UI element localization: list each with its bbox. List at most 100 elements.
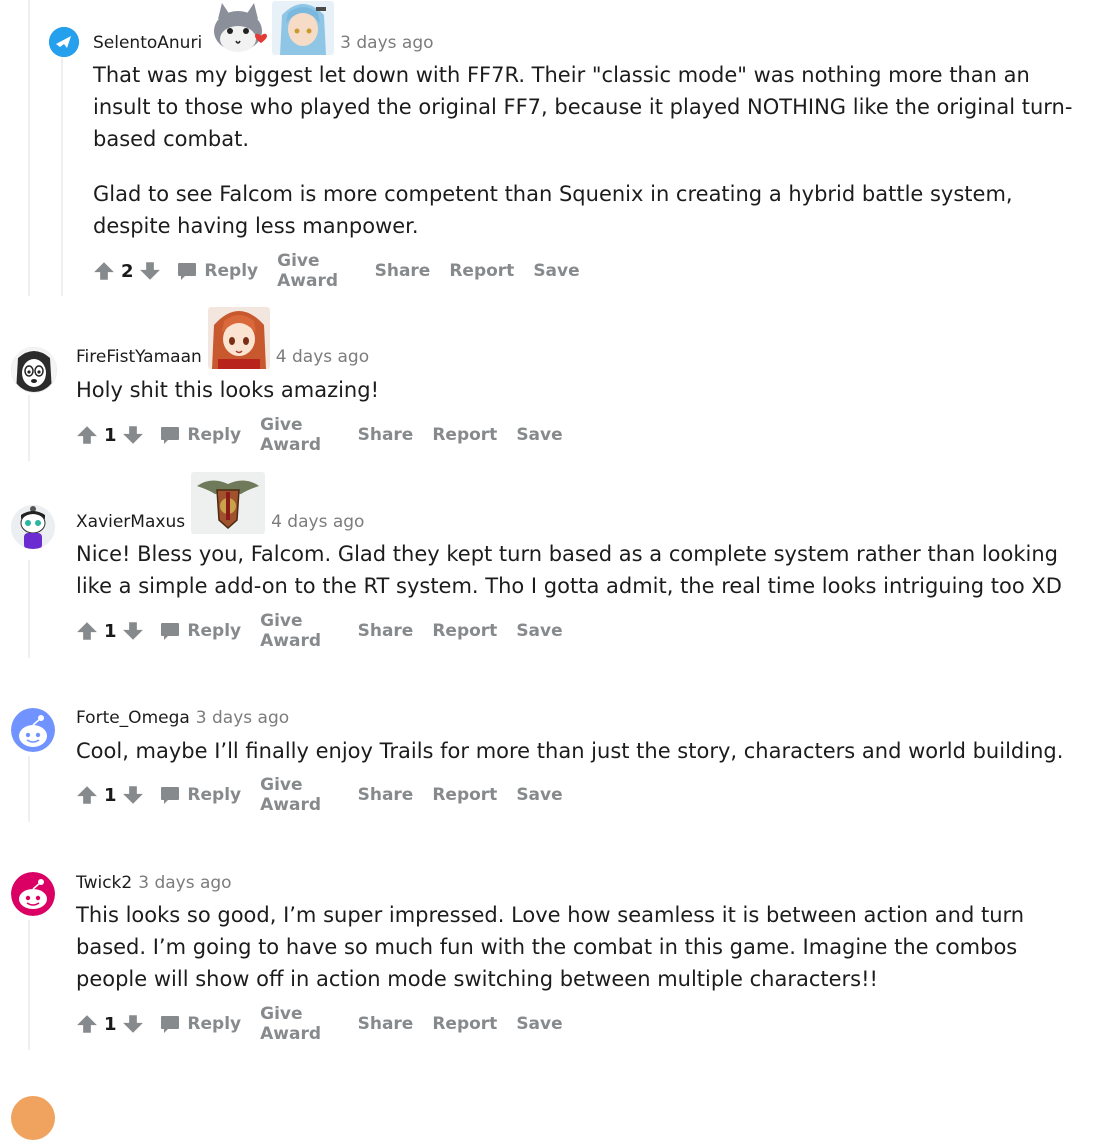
reply-button[interactable]: Reply	[160, 1014, 241, 1034]
comment-bubble-icon	[161, 622, 180, 640]
upvote-icon	[77, 1015, 97, 1033]
comment-paragraph: Holy shit this looks amazing!	[76, 378, 379, 402]
manga-face-avatar-icon	[12, 348, 56, 392]
reply-button[interactable]: Reply	[160, 621, 241, 641]
user-avatar[interactable]	[49, 27, 79, 57]
downvote-button[interactable]	[122, 422, 144, 448]
comment-actions: 1 Reply Give Award Share Report Save	[76, 611, 563, 651]
give-award-button[interactable]: Give Award	[277, 251, 355, 291]
save-button[interactable]: Save	[533, 261, 579, 281]
share-button[interactable]: Share	[358, 621, 414, 641]
user-avatar[interactable]	[11, 872, 55, 916]
user-avatar[interactable]	[11, 505, 55, 549]
comment-timestamp[interactable]: 3 days ago	[340, 33, 433, 55]
comment-bubble-icon	[161, 786, 180, 804]
comment-actions: 1 Reply Give Award Share Report Save	[76, 775, 563, 815]
red-haired-character-flair	[207, 307, 270, 369]
thread-line[interactable]	[28, 560, 30, 658]
report-button[interactable]: Report	[432, 1014, 497, 1034]
comment-paragraph: Cool, maybe I’ll finally enjoy Trails fo…	[76, 739, 1064, 763]
give-award-button[interactable]: Give Award	[260, 1004, 338, 1044]
share-button[interactable]: Share	[358, 1014, 414, 1034]
comment-bubble-icon	[161, 1015, 180, 1033]
user-avatar[interactable]	[11, 347, 57, 393]
reply-label: Reply	[187, 785, 242, 805]
comment-paragraph: Nice! Bless you, Falcom. Glad they kept …	[76, 542, 1062, 598]
save-button[interactable]: Save	[516, 621, 562, 641]
comment-bubble-icon	[178, 262, 197, 280]
username[interactable]: Twick2	[76, 873, 132, 895]
reply-label: Reply	[187, 1014, 242, 1034]
report-button[interactable]: Report	[449, 261, 514, 281]
save-button[interactable]: Save	[516, 425, 562, 445]
user-flair	[272, 1, 335, 55]
give-award-button[interactable]: Give Award	[260, 775, 338, 815]
reply-button[interactable]: Reply	[177, 261, 258, 281]
give-award-button[interactable]: Give Award	[260, 415, 338, 455]
thread-line[interactable]	[28, 756, 30, 822]
snoo-character-avatar-icon	[11, 505, 55, 549]
vote-score: 1	[103, 424, 117, 446]
username[interactable]: FireFistYamaan	[76, 347, 202, 369]
share-button[interactable]: Share	[358, 785, 414, 805]
pink-snoo-avatar-icon	[11, 872, 55, 916]
vote-score: 1	[103, 620, 117, 642]
username[interactable]: Forte_Omega	[76, 708, 190, 730]
comment-timestamp[interactable]: 4 days ago	[276, 347, 369, 369]
downvote-icon	[123, 622, 144, 640]
reply-label: Reply	[204, 261, 259, 281]
downvote-button[interactable]	[139, 258, 161, 284]
report-button[interactable]: Report	[432, 621, 497, 641]
upvote-button[interactable]	[93, 258, 115, 284]
comment-bubble-icon	[161, 426, 180, 444]
upvote-button[interactable]	[76, 782, 98, 808]
comment-body: Cool, maybe I’ll finally enjoy Trails fo…	[76, 735, 1081, 767]
share-button[interactable]: Share	[358, 425, 414, 445]
user-avatar[interactable]	[11, 1096, 55, 1140]
blue-haired-character-flair	[272, 1, 335, 55]
upvote-icon	[77, 786, 97, 804]
downvote-icon	[123, 786, 144, 804]
comment-body: This looks so good, I’m super impressed.…	[76, 899, 1081, 995]
thread-line[interactable]	[28, 0, 30, 296]
reply-button[interactable]: Reply	[160, 785, 241, 805]
reply-button[interactable]: Reply	[160, 425, 241, 445]
report-button[interactable]: Report	[432, 785, 497, 805]
save-button[interactable]: Save	[516, 1014, 562, 1034]
username[interactable]: SelentoAnuri	[93, 33, 202, 55]
upvote-icon	[94, 262, 114, 280]
user-flair	[207, 307, 270, 369]
comment-actions: 2 Reply Give Award Share Report Save	[93, 251, 580, 291]
comment-body: Holy shit this looks amazing!	[76, 374, 1076, 406]
downvote-button[interactable]	[122, 1011, 144, 1037]
upvote-button[interactable]	[76, 1011, 98, 1037]
downvote-icon	[140, 262, 161, 280]
user-flair	[208, 1, 271, 55]
user-flair	[191, 472, 266, 534]
comment-body: That was my biggest let down with FF7R. …	[93, 59, 1078, 242]
comment-actions: 1 Reply Give Award Share Report Save	[76, 415, 563, 455]
give-award-button[interactable]: Give Award	[260, 611, 338, 651]
user-avatar[interactable]	[11, 708, 55, 752]
save-button[interactable]: Save	[516, 785, 562, 805]
reply-label: Reply	[187, 425, 242, 445]
thread-line[interactable]	[28, 395, 30, 461]
comment-timestamp[interactable]: 3 days ago	[196, 708, 289, 730]
downvote-button[interactable]	[122, 782, 144, 808]
comment-paragraph: That was my biggest let down with FF7R. …	[93, 63, 1073, 151]
thread-line[interactable]	[61, 58, 63, 296]
downvote-button[interactable]	[122, 618, 144, 644]
downvote-icon	[123, 426, 144, 444]
winged-emblem-flair	[191, 472, 266, 534]
share-button[interactable]: Share	[375, 261, 431, 281]
report-button[interactable]: Report	[432, 425, 497, 445]
comment-timestamp[interactable]: 3 days ago	[138, 873, 231, 895]
blue-snoo-avatar-icon	[11, 708, 55, 752]
upvote-button[interactable]	[76, 618, 98, 644]
cat-mascot-flair	[208, 1, 271, 55]
username[interactable]: XavierMaxus	[76, 512, 185, 534]
blue-airplane-avatar-icon	[49, 27, 79, 57]
comment-timestamp[interactable]: 4 days ago	[271, 512, 364, 534]
upvote-button[interactable]	[76, 422, 98, 448]
thread-line[interactable]	[28, 920, 30, 1050]
